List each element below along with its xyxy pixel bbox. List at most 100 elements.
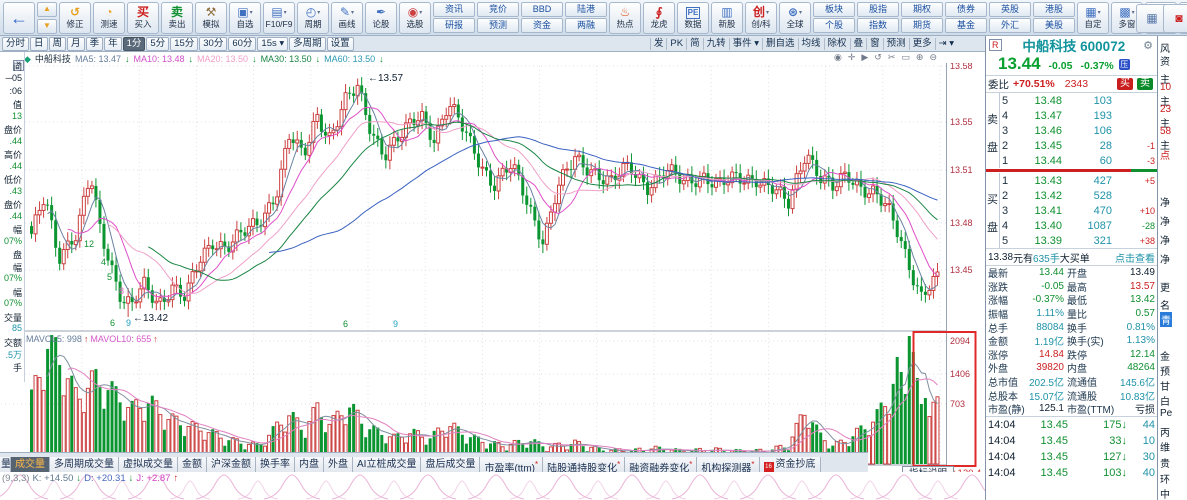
options-futures-top-button[interactable]: 期权 bbox=[901, 2, 943, 17]
uk-forex-top-button[interactable]: 英股 bbox=[989, 2, 1031, 17]
period-tab-12[interactable]: 多周期 bbox=[289, 37, 326, 51]
chart-option-9[interactable]: 窗 bbox=[866, 38, 883, 50]
period-tab-2[interactable]: 周 bbox=[49, 37, 67, 51]
chart-option-2[interactable]: 简 bbox=[686, 38, 703, 50]
undo-icon[interactable]: ↺ bbox=[874, 52, 888, 62]
indicator-tab-8[interactable]: AI立桩成交量 bbox=[353, 457, 421, 473]
indicator-tab-9[interactable]: 盘后成交量 bbox=[421, 457, 480, 473]
period-tab-9[interactable]: 30分 bbox=[199, 37, 227, 51]
indicator-tab-4[interactable]: 沪深金额 bbox=[207, 457, 256, 473]
sell-button[interactable]: 卖卖出 bbox=[161, 2, 193, 34]
f10-button[interactable]: ▤▾F10/F9 bbox=[263, 2, 295, 34]
period-tab-4[interactable]: 季 bbox=[86, 37, 104, 51]
play-icon[interactable]: ▶ bbox=[861, 52, 874, 62]
back-button[interactable]: ← bbox=[3, 2, 35, 34]
screener-button[interactable]: ◉▾选股 bbox=[399, 2, 431, 34]
chart-option-5[interactable]: 删自选 bbox=[762, 38, 798, 50]
data-button[interactable]: PE数据 bbox=[677, 2, 709, 34]
indicator-tab-1[interactable]: 多周期成交量 bbox=[50, 457, 119, 473]
stockindex-index-bottom-button[interactable]: 指数 bbox=[857, 18, 899, 33]
drawline-button[interactable]: ✎▾画线 bbox=[331, 2, 363, 34]
corner-alert-button[interactable]: ◙ bbox=[1163, 4, 1187, 33]
dragon-tiger-button[interactable]: ∮龙虎 bbox=[643, 2, 675, 34]
stockindex-index-top-button[interactable]: 股指 bbox=[857, 2, 899, 17]
hand-icon[interactable]: ✛ bbox=[848, 52, 862, 62]
indicator-tab-2[interactable]: 虚拟成交量 bbox=[119, 457, 178, 473]
ipo-button[interactable]: ▥新股 bbox=[711, 2, 743, 34]
period-tab-3[interactable]: 月 bbox=[67, 37, 85, 51]
chart-option-6[interactable]: 均线 bbox=[798, 38, 824, 50]
zoom-in-icon[interactable]: ⊕ bbox=[916, 52, 930, 62]
indicator-tab-6[interactable]: 内盘 bbox=[295, 457, 324, 473]
lugang-margin-bottom-button[interactable]: 两融 bbox=[565, 18, 607, 33]
buy-button[interactable]: 买 bbox=[1117, 78, 1133, 90]
cut-icon[interactable]: ✂ bbox=[888, 52, 902, 62]
sector-stock-bottom-button[interactable]: 个股 bbox=[813, 18, 855, 33]
news-research-bottom-button[interactable]: 研报 bbox=[433, 18, 475, 33]
period-tab-13[interactable]: 设置 bbox=[327, 37, 354, 51]
period-button[interactable]: ◴▾周期 bbox=[297, 2, 329, 34]
chart-option-3[interactable]: 九转 bbox=[703, 38, 729, 50]
period-tab-0[interactable]: 分时 bbox=[2, 37, 29, 51]
indicator-tab-stub[interactable]: 量 bbox=[0, 457, 11, 473]
bbd-funds-top-button[interactable]: BBD bbox=[521, 2, 563, 17]
auction-forecast-top-button[interactable]: 竞价 bbox=[477, 2, 519, 17]
period-tab-1[interactable]: 日 bbox=[30, 37, 48, 51]
period-tab-10[interactable]: 60分 bbox=[228, 37, 256, 51]
chart-option-1[interactable]: PK bbox=[666, 38, 686, 50]
drawline-icon: ✎ bbox=[340, 6, 350, 19]
speed-button[interactable]: ◔测速 bbox=[93, 2, 125, 34]
view-link[interactable]: 点击查看 bbox=[1115, 250, 1155, 265]
chart-option-12[interactable]: ⇥ ▾ bbox=[935, 38, 957, 50]
sell-button[interactable]: 卖 bbox=[1137, 78, 1153, 90]
chart-option-10[interactable]: 预测 bbox=[883, 38, 909, 50]
indicator-tab-13[interactable]: 机构探测器* bbox=[697, 457, 759, 473]
chart-option-0[interactable]: 发 bbox=[650, 38, 667, 50]
chart-option-8[interactable]: 叠 bbox=[850, 38, 867, 50]
global-button[interactable]: ⊛▾全球 bbox=[779, 2, 811, 34]
bond-fund-top-button[interactable]: 债券 bbox=[945, 2, 987, 17]
indicator-tab-5[interactable]: 换手率 bbox=[256, 457, 295, 473]
bbd-funds-bottom-button[interactable]: 资金 bbox=[521, 18, 563, 33]
chart-option-4[interactable]: 事件 ▾ bbox=[729, 38, 762, 50]
bond-fund-bottom-button[interactable]: 基金 bbox=[945, 18, 987, 33]
hk-us-top-button[interactable]: 港股 bbox=[1033, 2, 1075, 17]
uk-forex-bottom-button[interactable]: 外汇 bbox=[989, 18, 1031, 33]
zoom-out-icon[interactable]: ⊖ bbox=[929, 52, 943, 62]
sector-stock-top-button[interactable]: 板块 bbox=[813, 2, 855, 17]
forum-button[interactable]: ✒论股 bbox=[365, 2, 397, 34]
indicator-tab-0[interactable]: 成交量 bbox=[11, 457, 50, 473]
period-tab-8[interactable]: 15分 bbox=[170, 37, 198, 51]
buy-button[interactable]: 买买入 bbox=[127, 2, 159, 34]
simulate-button[interactable]: ⚒模拟 bbox=[195, 2, 227, 34]
period-tab-6[interactable]: 1分 bbox=[123, 37, 146, 51]
chart-option-11[interactable]: 更多 bbox=[909, 38, 935, 50]
hotspot-button[interactable]: ♨热点 bbox=[609, 2, 641, 34]
indicator-tab-12[interactable]: 融资融券变化* bbox=[625, 457, 697, 473]
screener-icon: ◉ bbox=[408, 6, 418, 19]
scroll-up-button[interactable]: ▲ bbox=[37, 2, 57, 17]
lugang-margin-top-button[interactable]: 陆港 bbox=[565, 2, 607, 17]
scroll-down-button[interactable]: ▼ bbox=[37, 19, 57, 34]
hk-us-bottom-button[interactable]: 美股 bbox=[1033, 18, 1075, 33]
gear-icon[interactable]: ⚙ bbox=[1143, 39, 1153, 52]
period-tab-7[interactable]: 5分 bbox=[146, 37, 169, 51]
custom-layout-button[interactable]: ▦▾自定 bbox=[1077, 2, 1109, 34]
eye-icon[interactable]: ◉ bbox=[834, 52, 848, 62]
chart-option-7[interactable]: 除权 bbox=[824, 38, 850, 50]
watchlist-button[interactable]: ▣▾自选 bbox=[229, 2, 261, 34]
indicator-tab-7[interactable]: 外盘 bbox=[324, 457, 353, 473]
period-tab-11[interactable]: 15s ▾ bbox=[257, 37, 288, 51]
period-tab-5[interactable]: 年 bbox=[104, 37, 122, 51]
options-futures-bottom-button[interactable]: 期货 bbox=[901, 18, 943, 33]
indicator-tab-14[interactable]: 16资金抄底 bbox=[760, 457, 821, 473]
news-research-top-button[interactable]: 资讯 bbox=[433, 2, 475, 17]
auction-forecast-bottom-button[interactable]: 预测 bbox=[477, 18, 519, 33]
indicator-tab-10[interactable]: 市盈率(ttm)* bbox=[480, 457, 543, 473]
indicator-tab-3[interactable]: 金额 bbox=[178, 457, 207, 473]
correct-button[interactable]: ↺修正 bbox=[59, 2, 91, 34]
chuangke-button[interactable]: 创▾创/科 bbox=[745, 2, 777, 34]
indicator-tab-11[interactable]: 陆股通持股变化* bbox=[543, 457, 625, 473]
candlestick-chart[interactable]: 13.5813.5513.5113.4813.45209414067031245… bbox=[0, 63, 985, 500]
window-icon[interactable]: ▭ bbox=[901, 52, 916, 62]
